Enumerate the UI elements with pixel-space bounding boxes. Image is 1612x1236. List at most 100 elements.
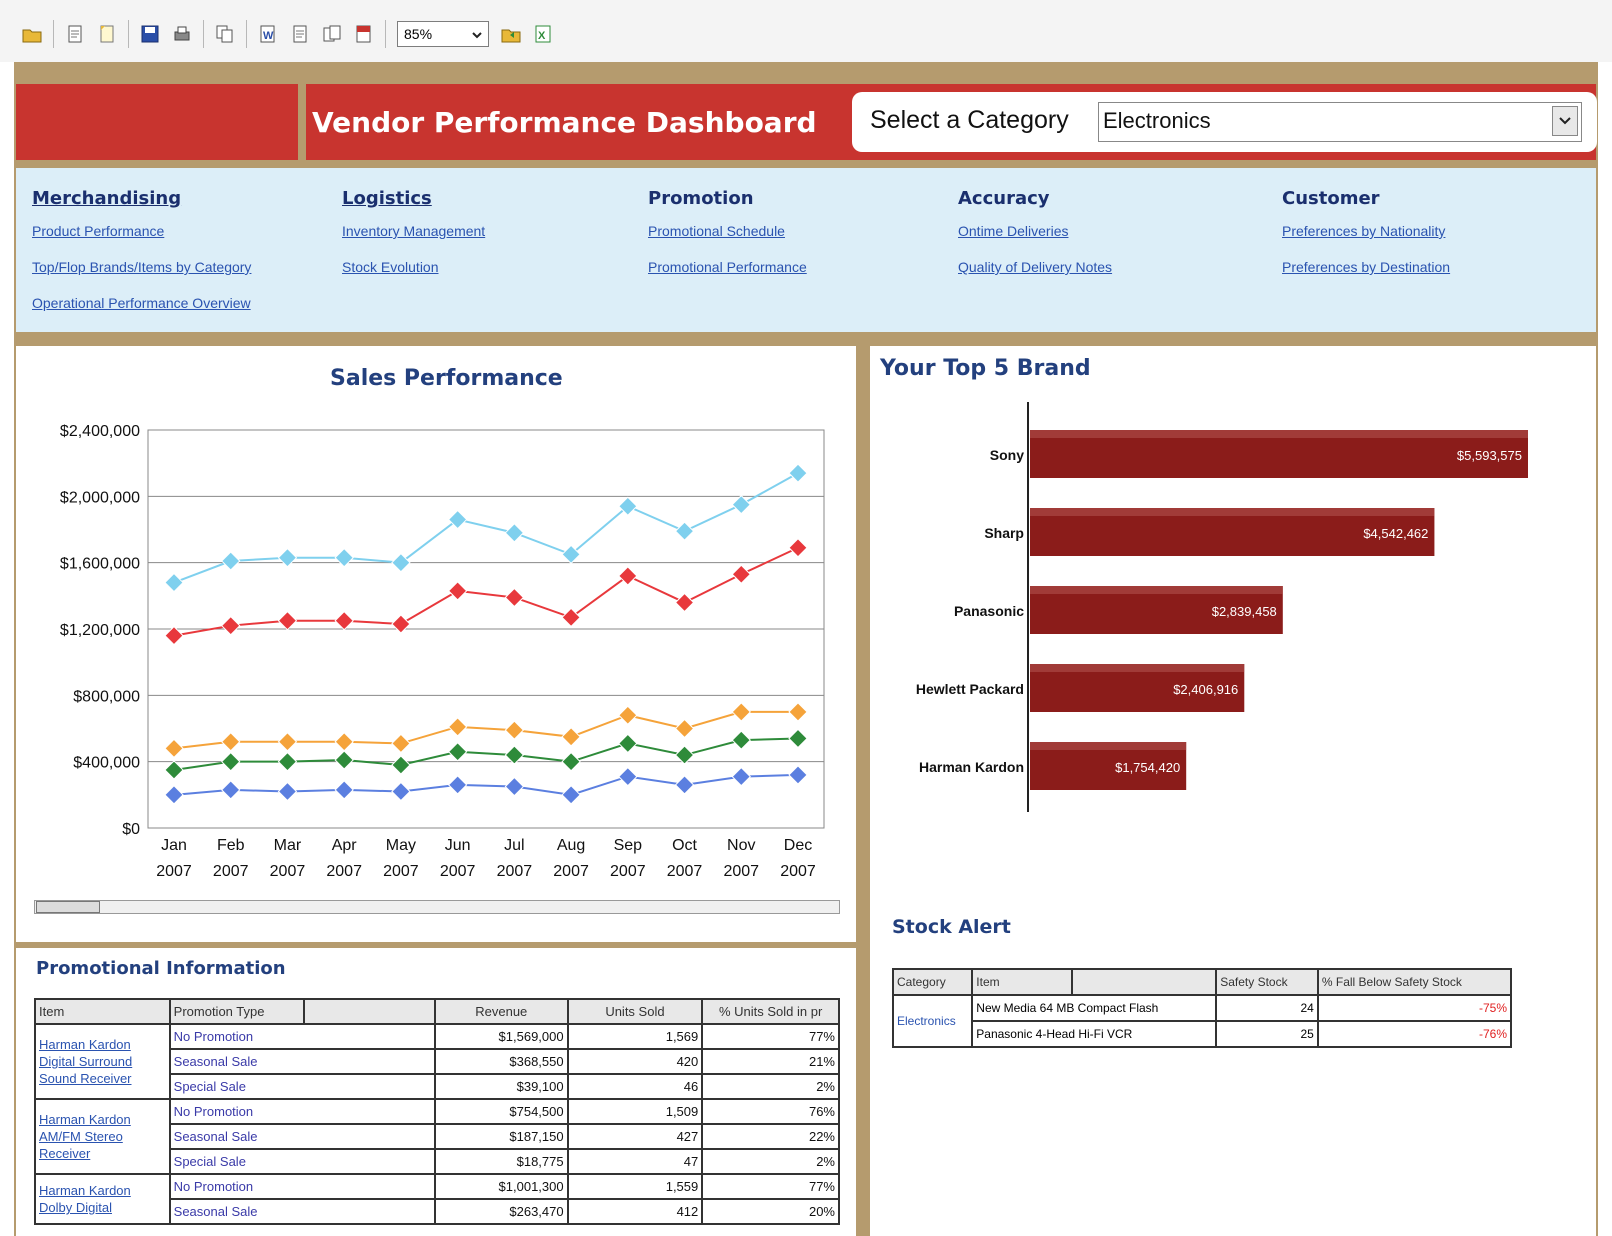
nav-column-promotion: Promotion Promotional Schedule Promotional… <box>648 188 807 295</box>
x-tick-label: Oct <box>672 837 697 854</box>
nav-column-customer: Customer Preferences by Nationality Prefer… <box>1282 188 1450 295</box>
nav-link[interactable]: Promotional Performance <box>648 259 807 275</box>
nav-link[interactable]: Preferences by Nationality <box>1282 223 1450 239</box>
nav-heading: Customer <box>1282 188 1380 209</box>
toolbar-icons: W 85% X <box>18 20 557 48</box>
x-tick-label: 2007 <box>270 863 306 880</box>
column-header <box>1070 968 1218 996</box>
toolbar-separator <box>203 20 204 48</box>
nav-link[interactable]: Product Performance <box>32 223 251 239</box>
fall-below-cell: -76% <box>1316 1020 1513 1048</box>
y-tick-label: $0 <box>122 821 140 838</box>
nav-link[interactable]: Promotional Schedule <box>648 223 807 239</box>
x-tick-label: 2007 <box>667 863 703 880</box>
excel-icon[interactable]: X <box>529 20 557 48</box>
y-tick-label: $400,000 <box>73 755 140 772</box>
column-header: Item <box>971 968 1073 996</box>
x-tick-label: 2007 <box>723 863 759 880</box>
zoom-select[interactable]: 85% <box>397 21 489 47</box>
item-cell: Panasonic 4-Head Hi-Fi VCR <box>971 1020 1218 1048</box>
svg-text:X: X <box>538 30 546 42</box>
pdf-icon[interactable] <box>350 20 378 48</box>
x-tick-label: Apr <box>332 837 358 854</box>
nav-link[interactable]: Inventory Management <box>342 223 485 239</box>
units-cell: 47 <box>566 1148 704 1175</box>
word-icon[interactable]: W <box>254 20 282 48</box>
bar-value-label: $1,754,420 <box>1115 760 1180 775</box>
units-cell: 427 <box>566 1123 704 1150</box>
open-icon[interactable] <box>497 20 525 48</box>
toolbar-separator <box>385 20 386 48</box>
x-tick-label: 2007 <box>383 863 419 880</box>
nav-link[interactable]: Operational Performance Overview <box>32 295 251 311</box>
table-row: Harman Kardon Digital Surround Sound Rec… <box>34 1023 840 1100</box>
x-tick-label: 2007 <box>553 863 589 880</box>
print-icon[interactable] <box>168 20 196 48</box>
units-cell: 46 <box>566 1073 704 1100</box>
bar-value-label: $5,593,575 <box>1457 448 1522 463</box>
nav-heading[interactable]: Merchandising <box>32 188 251 209</box>
nav-link[interactable]: Stock Evolution <box>342 259 485 275</box>
item-link[interactable]: Harman Kardon Dolby Digital <box>34 1173 171 1225</box>
bar-value-label: $4,542,462 <box>1363 526 1428 541</box>
toolbar-separator <box>53 20 54 48</box>
item-link[interactable]: Harman Kardon AM/FM Stereo Receiver <box>34 1098 171 1175</box>
x-tick-label: Nov <box>727 837 755 854</box>
x-tick-label: Dec <box>784 837 812 854</box>
bar-value-label: $2,406,916 <box>1173 682 1238 697</box>
promo-table: Item Promotion Type Revenue Units Sold% Uni… <box>34 998 840 1225</box>
bar-category-label: Harman Kardon <box>919 759 1024 775</box>
column-header: Revenue <box>433 998 569 1025</box>
chevron-down-icon <box>472 26 482 42</box>
y-tick-label: $1,200,000 <box>60 622 140 639</box>
copy-icon[interactable] <box>211 20 239 48</box>
chart-scroll-thumb[interactable] <box>36 901 100 913</box>
save-icon[interactable] <box>136 20 164 48</box>
nav-link[interactable]: Top/Flop Brands/Items by Category <box>32 259 251 275</box>
nav-link[interactable]: Ontime Deliveries <box>958 223 1112 239</box>
promotion-type: No Promotion <box>168 1098 436 1125</box>
units-cell: 412 <box>566 1198 704 1225</box>
nav-heading: Promotion <box>648 188 754 209</box>
column-header: % Units Sold in pr <box>701 998 840 1025</box>
x-tick-label: 2007 <box>780 863 816 880</box>
page-title: Vendor Performance Dashboard <box>306 84 840 160</box>
nav-link[interactable]: Quality of Delivery Notes <box>958 259 1112 275</box>
promotion-type: Seasonal Sale <box>168 1198 436 1225</box>
nav-heading: Accuracy <box>958 188 1050 209</box>
bar-category-label: Hewlett Packard <box>916 681 1024 697</box>
promotion-type: Special Sale <box>168 1073 436 1100</box>
table-row: Harman Kardon Dolby Digital No Promotion $… <box>34 1173 840 1225</box>
nav-link[interactable]: Preferences by Destination <box>1282 259 1450 275</box>
page-icon[interactable] <box>61 20 89 48</box>
page-icon[interactable] <box>286 20 314 48</box>
stock-table: Category Item Safety Stock% Fall Below Saf… <box>891 968 1513 1048</box>
nav-heading[interactable]: Logistics <box>342 188 485 209</box>
pages-icon[interactable] <box>318 20 346 48</box>
item-cell: New Media 64 MB Compact Flash <box>971 994 1218 1022</box>
category-value: Electronics <box>1103 108 1211 133</box>
y-tick-label: $1,600,000 <box>60 556 140 573</box>
x-tick-label: Sep <box>614 837 643 854</box>
units-cell: 1,509 <box>566 1098 704 1125</box>
revenue-cell: $263,470 <box>433 1198 569 1225</box>
bar-category-label: Sony <box>990 447 1024 463</box>
revenue-cell: $187,150 <box>433 1123 569 1150</box>
chevron-down-icon[interactable] <box>1552 106 1578 136</box>
toolbar-separator <box>128 20 129 48</box>
percent-cell: 2% <box>701 1073 840 1100</box>
zoom-value: 85% <box>404 26 433 42</box>
x-tick-label: 2007 <box>326 863 362 880</box>
table-header-row: Category Item Safety Stock% Fall Below Saf… <box>891 968 1513 996</box>
chart-scrollbar[interactable] <box>34 900 840 914</box>
percent-cell: 20% <box>701 1198 840 1225</box>
x-tick-label: 2007 <box>497 863 533 880</box>
category-cell: Electronics <box>891 994 974 1048</box>
svg-text:W: W <box>263 30 274 42</box>
item-link[interactable]: Harman Kardon Digital Surround Sound Rec… <box>34 1023 171 1100</box>
toolbar-separator <box>246 20 247 48</box>
promotion-type: Seasonal Sale <box>168 1048 436 1075</box>
folder-icon[interactable] <box>18 20 46 48</box>
nav-column-merchandising: Merchandising Product Performance Top/Flop… <box>32 188 251 331</box>
document-icon[interactable] <box>93 20 121 48</box>
